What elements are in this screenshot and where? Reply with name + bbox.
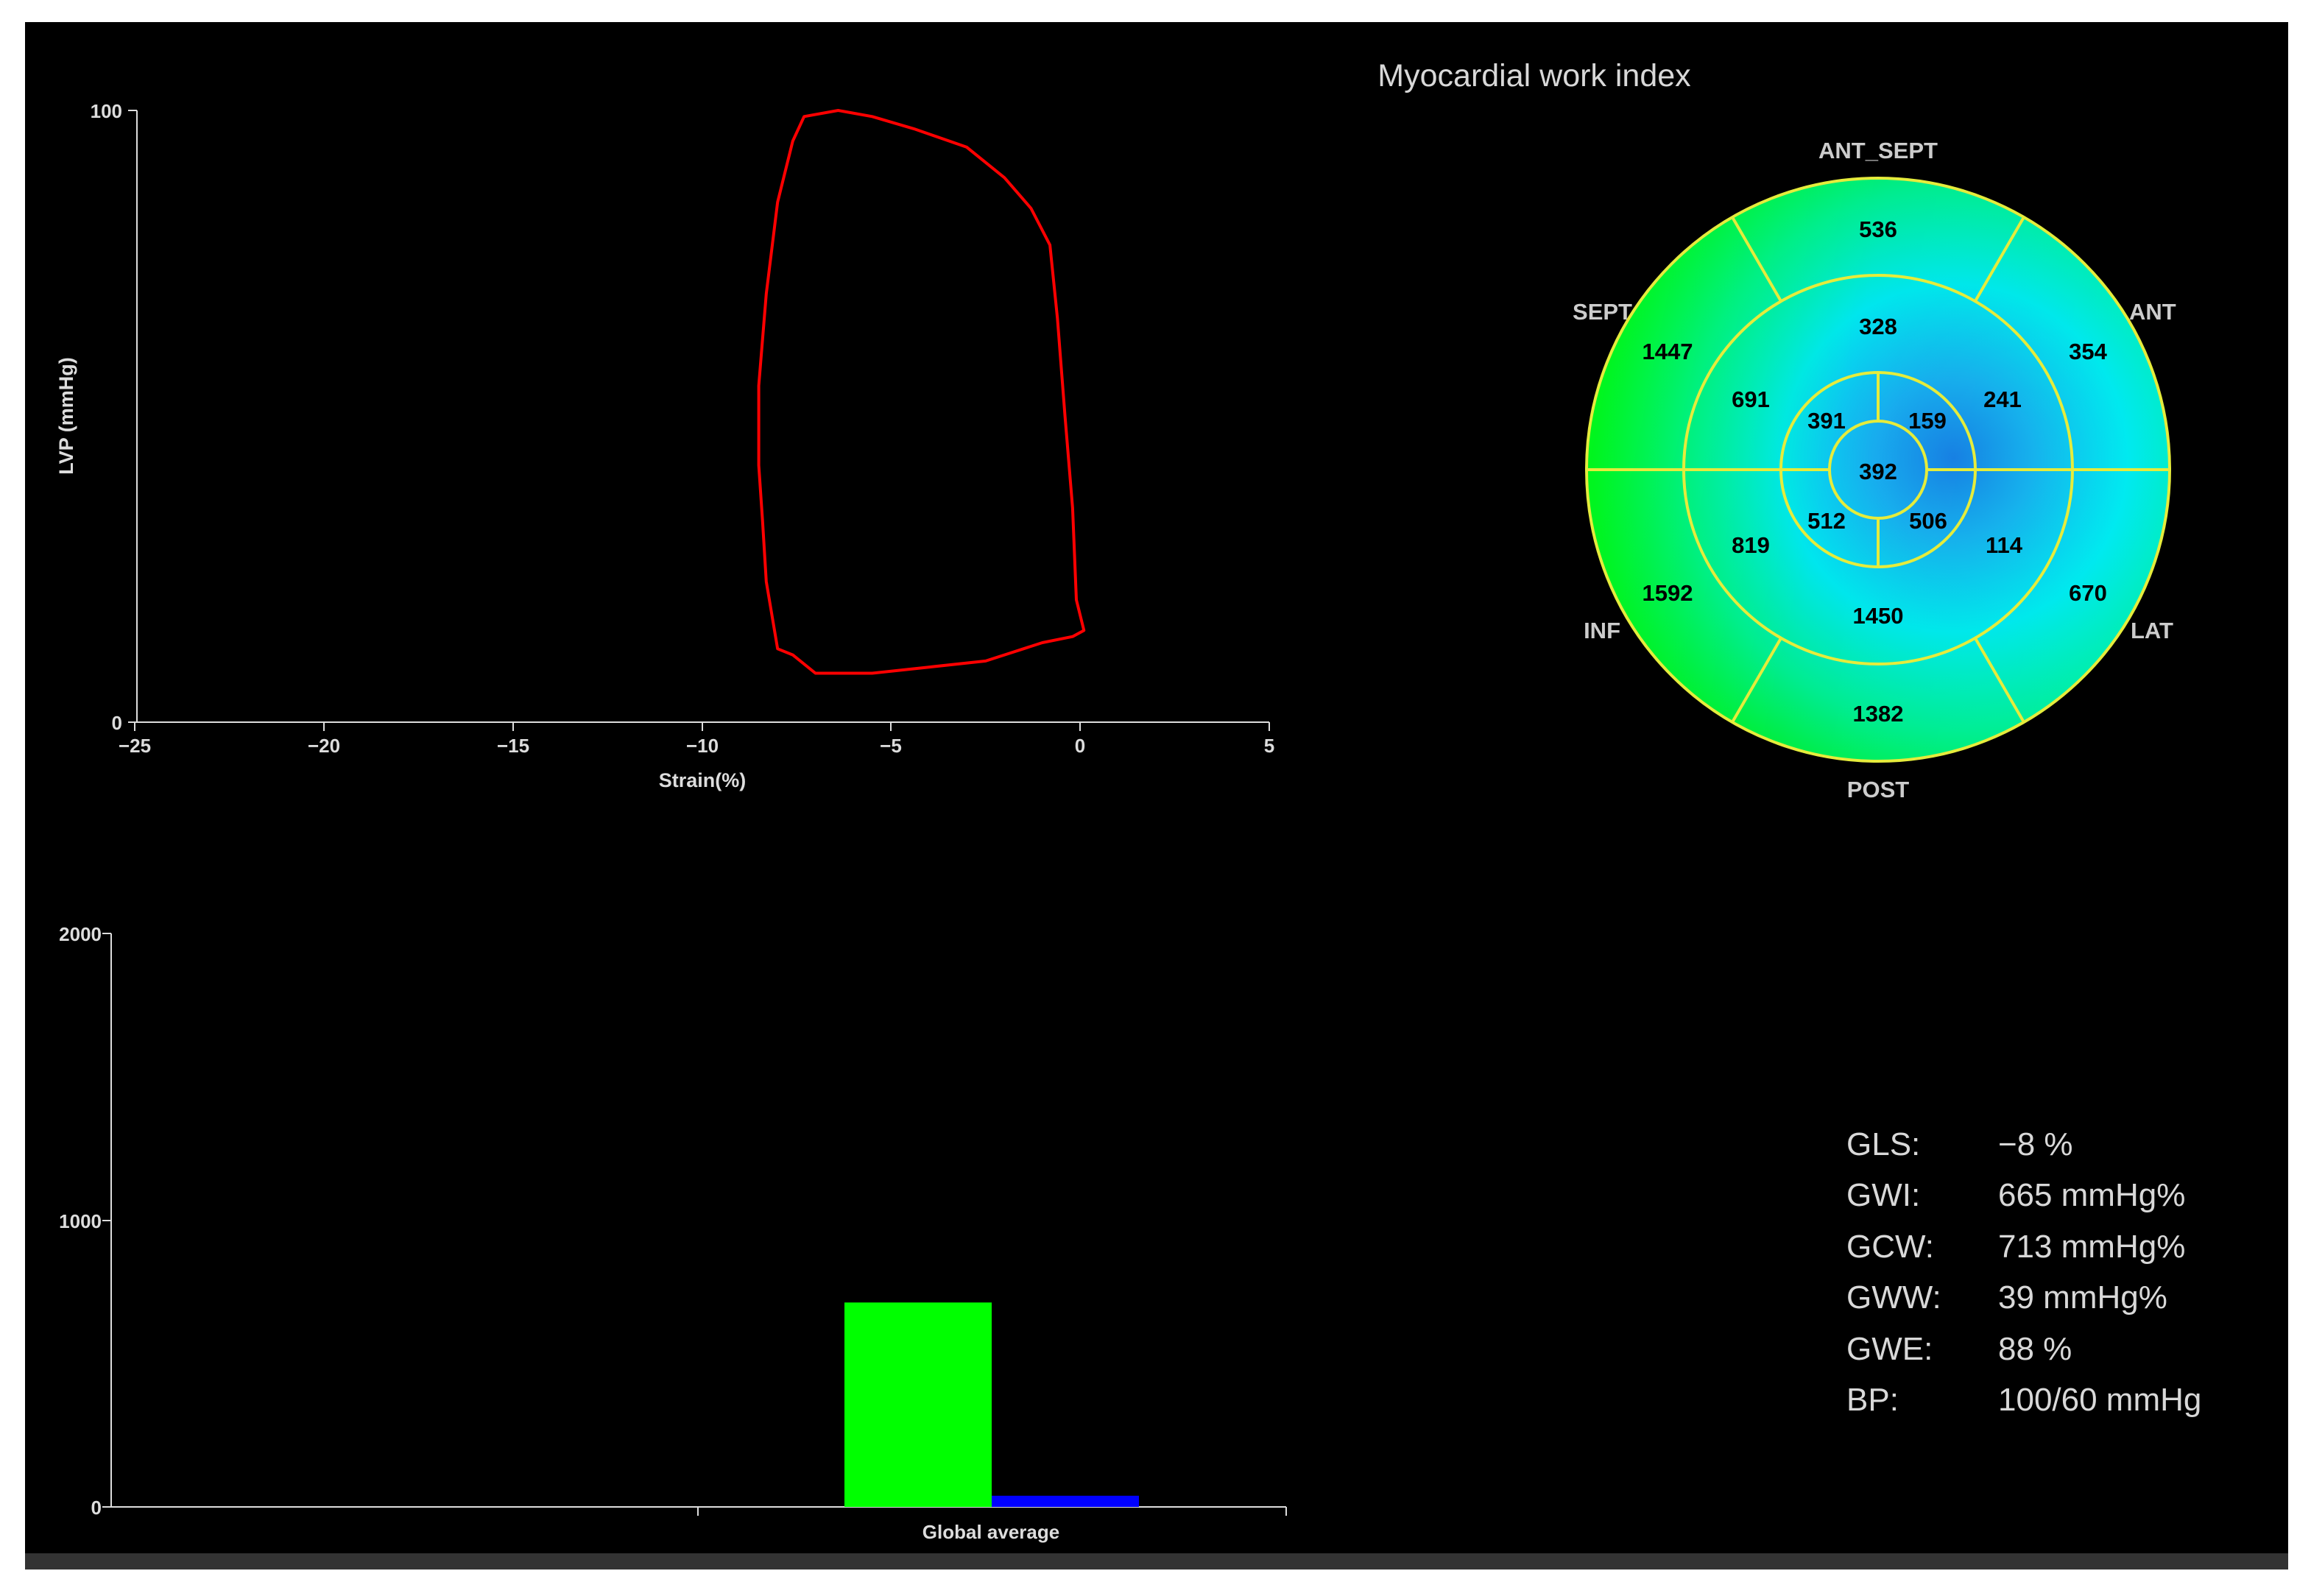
segment-value-apical-post: 506 <box>1909 508 1947 534</box>
segment-value-mid-post: 1450 <box>1853 603 1904 629</box>
metric-key: BP: <box>1846 1382 1899 1419</box>
wall-label-inf: INF <box>1584 618 1620 643</box>
metric-key: GCW: <box>1846 1228 1934 1265</box>
bullseye-plot: 536 354 670 1382 1592 1447 328 241 114 1… <box>1573 138 2176 802</box>
loop-x-tick-label: −10 <box>686 735 719 757</box>
loop-x-tick-label: 0 <box>1075 735 1085 757</box>
metric-value: 713 mmHg% <box>1998 1228 2186 1265</box>
wall-label-ant: ANT <box>2129 299 2176 325</box>
loop-series-line <box>757 109 1086 675</box>
metric-key: GWW: <box>1846 1279 1941 1316</box>
loop-y-axis-title: LVP (mmHg) <box>55 357 77 475</box>
segment-value-apex: 392 <box>1859 459 1897 484</box>
metric-value: 39 mmHg% <box>1998 1279 2167 1316</box>
wasted-work-bar <box>992 1495 1139 1507</box>
bar-y-tick-label: 1000 <box>59 1210 102 1232</box>
loop-y-tick-label: 100 <box>91 100 122 122</box>
metric-gwe: GWE: 88 % <box>1846 1324 2201 1375</box>
wall-label-post: POST <box>1847 777 1909 802</box>
loop-x-tick-label: −25 <box>119 735 151 757</box>
constructive-work-bar <box>844 1302 992 1507</box>
pressure-strain-loop-chart: 100 0 −25 −20 −15 −10 −5 0 5 Strain(%) L… <box>55 100 1274 791</box>
segment-value-mid-lat: 114 <box>1986 532 2023 558</box>
metric-bp: BP: 100/60 mmHg <box>1846 1375 2201 1427</box>
wall-label-ant-sept: ANT_SEPT <box>1818 138 1938 163</box>
metric-key: GWE: <box>1846 1330 1933 1367</box>
segment-value-apical-lat: 159 <box>1908 408 1947 434</box>
metric-value: 665 mmHg% <box>1998 1177 2186 1214</box>
loop-x-axis-title: Strain(%) <box>659 769 747 791</box>
loop-y-tick-label: 0 <box>112 712 122 734</box>
loop-x-tick-label: −20 <box>308 735 340 757</box>
wall-label-sept: SEPT <box>1573 299 1632 325</box>
segment-value-mid-ant-sept: 328 <box>1859 314 1897 339</box>
metric-gls: GLS: −8 % <box>1846 1119 2201 1170</box>
global-metrics-panel: GLS: −8 % GWI: 665 mmHg% GCW: 713 mmHg% … <box>1846 1119 2201 1426</box>
segment-value-basal-lat: 670 <box>2069 580 2107 606</box>
segment-value-basal-post: 1382 <box>1853 701 1904 727</box>
segment-value-basal-inf: 1592 <box>1643 580 1693 606</box>
segment-value-apical-ant: 391 <box>1807 408 1846 434</box>
segment-value-basal-ant-sept: 536 <box>1859 216 1897 242</box>
metric-gcw: GCW: 713 mmHg% <box>1846 1221 2201 1273</box>
segment-value-mid-inf: 819 <box>1732 532 1770 558</box>
wall-label-lat: LAT <box>2131 618 2173 643</box>
metric-value: 88 % <box>1998 1330 2072 1367</box>
segment-value-apical-sept: 512 <box>1807 508 1846 534</box>
metric-value: 100/60 mmHg <box>1998 1382 2202 1419</box>
bar-category-label: Global average <box>922 1521 1059 1543</box>
loop-x-tick-label: −15 <box>497 735 529 757</box>
metric-value: −8 % <box>1998 1126 2073 1162</box>
global-work-bar-chart: 2000 1000 0 Global average <box>59 923 1287 1543</box>
metric-gwi: GWI: 665 mmHg% <box>1846 1170 2201 1222</box>
loop-x-tick-label: −5 <box>880 735 902 757</box>
bar-y-tick-label: 0 <box>91 1497 102 1519</box>
segment-value-basal-ant: 354 <box>2069 339 2107 364</box>
metric-gww: GWW: 39 mmHg% <box>1846 1273 2201 1324</box>
page-title: Myocardial work index <box>1377 58 1691 93</box>
metric-key: GWI: <box>1846 1177 1921 1214</box>
segment-value-basal-sept: 1447 <box>1643 339 1693 364</box>
segment-value-mid-sept: 691 <box>1732 386 1770 412</box>
loop-x-tick-label: 5 <box>1264 735 1274 757</box>
bar-y-tick-label: 2000 <box>59 923 102 945</box>
segment-value-mid-ant: 241 <box>1983 386 2022 412</box>
metric-key: GLS: <box>1846 1126 1921 1162</box>
